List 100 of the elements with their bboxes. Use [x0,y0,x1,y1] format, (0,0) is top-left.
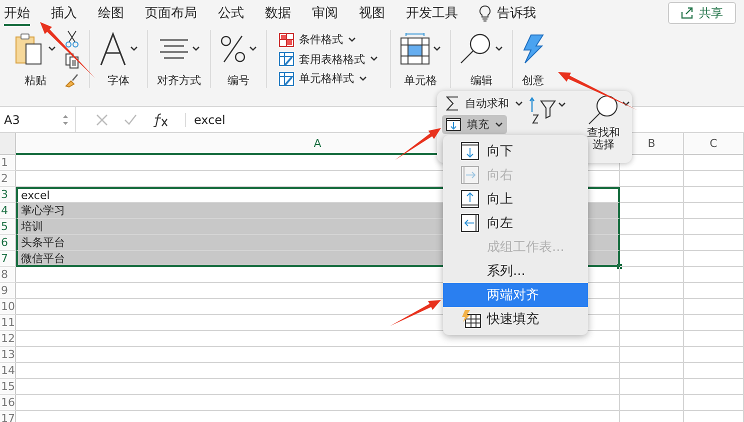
table-cell [684,219,744,235]
ribbon-tab[interactable]: 数据 [265,0,291,26]
row-header[interactable]: 2 [0,171,16,187]
table-cell [620,267,684,283]
share-button[interactable]: 共享 [668,2,736,24]
group-label: 对齐方式 [157,73,201,88]
caret-icon[interactable] [495,46,503,52]
menu-item[interactable]: 两端对齐 [443,283,588,307]
ribbon-tab[interactable]: 插入 [51,0,77,26]
row-header[interactable]: 14 [0,363,16,379]
group-label: 字体 [108,73,130,88]
caret-icon[interactable] [192,46,200,52]
table-cell [620,187,684,203]
menu-item[interactable]: 系列... [443,259,588,283]
ribbon-tab[interactable]: 公式 [218,0,244,26]
percent-icon[interactable] [220,35,246,63]
style-dropdown[interactable]: 条件格式 [279,32,378,47]
ribbon-tab[interactable]: 绘图 [98,0,124,26]
ribbon-tab[interactable]: 开始 [4,0,30,26]
sigma-icon [446,96,459,111]
fill-button[interactable]: 填充 [442,115,507,134]
row-header[interactable]: 10 [0,299,16,315]
annotation-arrow [390,300,441,326]
table-cell [620,283,684,299]
fill-right-icon [461,166,479,184]
table-brush-icon [279,52,294,66]
table-cell [620,395,684,411]
search-icon [587,94,631,126]
scissors-icon[interactable] [65,30,79,48]
row-header[interactable]: 7 [0,251,16,267]
function-icon[interactable] [153,112,169,126]
fill-up-icon [461,190,479,208]
autosum-button[interactable]: 自动求和 [442,94,527,113]
menu-item[interactable]: 快速填充 [443,307,588,331]
group-label: 编号 [228,73,250,88]
caret-icon[interactable] [48,46,56,52]
table-cell [620,347,684,363]
cell-text: 微信平台 [21,250,65,266]
row-header[interactable]: 4 [0,203,16,219]
row-header[interactable]: 13 [0,347,16,363]
fill-down-icon [461,142,479,160]
fill-down-icon [446,118,461,131]
caret-icon[interactable] [130,46,138,52]
table-cell [684,363,744,379]
column-header[interactable]: C [684,133,744,155]
table-cell [684,395,744,411]
caret-icon[interactable] [249,46,257,52]
row-header[interactable]: 6 [0,235,16,251]
table-cell [620,171,684,187]
caret-icon [370,56,378,62]
style-dropdown[interactable]: 套用表格格式 [279,52,378,66]
checkmark-icon[interactable] [124,114,137,126]
letter-a-icon[interactable] [99,32,127,66]
stepper-icon [62,114,69,126]
table-cell [684,171,744,187]
table-cell [620,251,684,267]
caret-icon[interactable] [433,46,441,52]
table-cell [620,363,684,379]
cell-text: 掌心学习 [21,203,65,218]
lightbulb-icon [479,4,491,22]
formula-field[interactable]: excel [185,112,226,126]
table-cell [684,235,744,251]
lightning-icon[interactable] [522,34,544,64]
search-icon[interactable] [460,33,492,65]
ribbon-tab[interactable]: 审阅 [312,0,338,26]
row-header[interactable]: 1 [0,155,16,171]
group-label: 粘贴 [24,73,46,88]
menu-item[interactable]: 向上 [443,187,588,211]
row-header[interactable]: 8 [0,267,16,283]
row-header[interactable]: 15 [0,379,16,395]
menu-item[interactable]: 向左 [443,211,588,235]
cell-text: 头条平台 [21,235,65,250]
caret-icon [348,36,356,42]
table-icon[interactable] [400,33,430,65]
ribbon-tab[interactable]: 视图 [359,0,385,26]
cell-text: excel [21,189,50,202]
group-label: 单元格 [404,73,437,88]
group-label: 编辑 [470,73,492,88]
paintbrush-icon[interactable] [64,72,80,88]
ribbon-tab[interactable]: 页面布局 [145,0,197,26]
tell-me-field[interactable]: 告诉我 [497,4,536,22]
style-dropdown[interactable]: 单元格样式 [279,71,378,86]
align-lines-icon[interactable] [158,39,188,59]
table-cell [684,187,744,203]
ribbon-tab[interactable]: 开发工具 [406,0,458,26]
row-header[interactable]: 3 [0,187,16,203]
table-cell [684,203,744,219]
cell-text: 培训 [21,219,43,234]
row-header[interactable]: 16 [0,395,16,411]
table-cell [684,299,744,315]
row-header[interactable]: 11 [0,315,16,331]
annotation-arrow [395,128,441,160]
table-cell [684,283,744,299]
row-header[interactable]: 5 [0,219,16,235]
name-box[interactable]: A3 [0,107,76,132]
table-cell [620,379,684,395]
row-header[interactable]: 9 [0,283,16,299]
row-header[interactable]: 17 [0,411,16,422]
share-icon [681,7,694,19]
row-header[interactable]: 12 [0,331,16,347]
